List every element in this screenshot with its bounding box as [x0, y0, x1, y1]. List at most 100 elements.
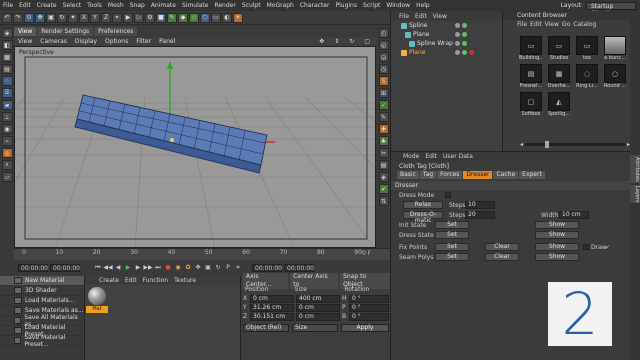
- seam-polys-set-button[interactable]: Set: [435, 253, 469, 261]
- menu-edit[interactable]: Edit: [16, 2, 34, 9]
- redo-icon[interactable]: ↷: [13, 12, 23, 23]
- array-icon[interactable]: ◇: [189, 12, 199, 23]
- content-item[interactable]: ◌ Ring Li...: [575, 64, 599, 89]
- prev-frame-icon[interactable]: ◀: [114, 264, 122, 272]
- move-icon[interactable]: ✥: [35, 12, 45, 23]
- relax-steps-input[interactable]: 10: [465, 201, 495, 209]
- attr-menu-mode[interactable]: Mode: [401, 153, 421, 160]
- menu-select[interactable]: Select: [60, 2, 85, 9]
- menu-mesh[interactable]: Mesh: [105, 2, 127, 9]
- tab-view[interactable]: View: [14, 27, 37, 36]
- record-icon[interactable]: ●: [164, 264, 172, 272]
- prev-key-icon[interactable]: ◀◀: [103, 264, 112, 272]
- object-menu-view[interactable]: View: [431, 13, 449, 20]
- z-axis-icon[interactable]: Z: [101, 12, 111, 23]
- viewport-menu-view[interactable]: View: [14, 38, 36, 45]
- cube-icon[interactable]: ■: [156, 12, 166, 23]
- material-name[interactable]: Mat: [86, 306, 108, 313]
- tool-l-icon[interactable]: ▤: [378, 160, 389, 170]
- y-axis-icon[interactable]: Y: [90, 12, 100, 23]
- object-menu-file[interactable]: File: [397, 13, 411, 20]
- menu-load-materials[interactable]: Load Materials...: [0, 296, 84, 306]
- dress-state-show-button[interactable]: Show: [535, 231, 579, 239]
- enabled-check[interactable]: [462, 41, 467, 46]
- tool-i-icon[interactable]: ✚: [378, 124, 389, 134]
- go-start-icon[interactable]: ⏮: [94, 264, 102, 272]
- menu-snap[interactable]: Snap: [127, 2, 148, 9]
- key-param-icon[interactable]: P: [224, 264, 232, 272]
- rotation-h-field[interactable]: 0 °: [349, 294, 389, 303]
- camera-icon[interactable]: ◐: [222, 12, 232, 23]
- viewport-menu-options[interactable]: Options: [101, 38, 132, 45]
- subdivision-icon[interactable]: ◆: [178, 12, 188, 23]
- dress-o-matic-button[interactable]: Dress-O-matic: [403, 211, 443, 224]
- undo-icon[interactable]: ↶: [2, 12, 12, 23]
- polygons-mode-icon[interactable]: ▰: [1, 100, 13, 110]
- tool-n-icon[interactable]: ✔: [378, 184, 389, 194]
- solo-icon[interactable]: ⌕: [1, 160, 13, 170]
- next-frame-icon[interactable]: ▶: [134, 264, 142, 272]
- next-key-icon[interactable]: ▶▶: [143, 264, 152, 272]
- tab-cache[interactable]: Cache: [493, 171, 519, 179]
- key-scale-icon[interactable]: ▣: [204, 264, 212, 272]
- pen-icon[interactable]: ✎: [167, 12, 177, 23]
- model-mode-icon[interactable]: ◧: [1, 40, 13, 50]
- menu-render[interactable]: Render: [211, 2, 238, 9]
- enabled-check[interactable]: [462, 23, 467, 28]
- tool-j-icon[interactable]: ♣: [378, 136, 389, 146]
- axis-mode-icon[interactable]: ⊥: [1, 112, 13, 122]
- tool-g-icon[interactable]: ✓: [378, 100, 389, 110]
- menu-character[interactable]: Character: [297, 2, 333, 9]
- tab-preferences[interactable]: Preferences: [94, 27, 138, 36]
- play-icon[interactable]: ▶: [124, 264, 132, 272]
- menu-create[interactable]: Create: [34, 2, 60, 9]
- visibility-dot[interactable]: [455, 41, 460, 46]
- menu-window[interactable]: Window: [383, 2, 413, 9]
- dress-state-set-button[interactable]: Set: [435, 231, 469, 239]
- cb-menu-file[interactable]: File: [517, 21, 527, 28]
- current-time-field[interactable]: 00:00:00: [50, 263, 80, 272]
- object-row-spline[interactable]: Spline: [391, 21, 502, 30]
- width-input[interactable]: 10 cm: [559, 211, 589, 219]
- snap-icon[interactable]: ⌁: [1, 136, 13, 146]
- content-item[interactable]: ▭ Building...: [519, 36, 543, 61]
- 3d-viewport[interactable]: Perspective: [14, 46, 376, 248]
- live-select-icon[interactable]: ⊙: [24, 12, 34, 23]
- content-item[interactable]: ◭ Spotlig...: [547, 92, 571, 117]
- menu-file[interactable]: File: [0, 2, 16, 9]
- relax-button[interactable]: Relax: [403, 201, 443, 209]
- material-menu-create[interactable]: Create: [97, 277, 121, 284]
- tool-k-icon[interactable]: ✂: [378, 148, 389, 158]
- tab-tag[interactable]: Tag: [419, 171, 437, 179]
- content-item[interactable]: a bunc...: [603, 36, 627, 61]
- fix-points-set-button[interactable]: Set: [435, 243, 469, 251]
- cb-menu-go[interactable]: Go: [562, 21, 570, 28]
- tweak-mode-icon[interactable]: ◉: [1, 124, 13, 134]
- viewport-menu-cameras[interactable]: Cameras: [36, 38, 71, 45]
- tool-e-icon[interactable]: S: [378, 76, 389, 86]
- menu-script[interactable]: Script: [360, 2, 383, 9]
- size-y-field[interactable]: 0 cm: [296, 303, 340, 312]
- cloth-tag-icon[interactable]: [469, 50, 474, 55]
- thumbnail-size-slider[interactable]: ◂ ▸: [520, 140, 630, 148]
- menu-new-material[interactable]: New Material: [0, 276, 84, 286]
- light-icon[interactable]: ☀: [233, 12, 243, 23]
- visibility-dot[interactable]: [455, 32, 460, 37]
- edges-mode-icon[interactable]: ⌸: [1, 88, 13, 98]
- menu-save-preset[interactable]: Save Material Preset...: [0, 334, 84, 348]
- attr-menu-edit[interactable]: Edit: [423, 153, 439, 160]
- menu-simulate[interactable]: Simulate: [179, 2, 212, 9]
- tab-basic[interactable]: Basic: [397, 171, 419, 179]
- material-menu-texture[interactable]: Texture: [172, 277, 198, 284]
- tool-b-icon[interactable]: ◵: [378, 40, 389, 50]
- tool-f-icon[interactable]: ⊞: [378, 88, 389, 98]
- tab-render-settings[interactable]: Render Settings: [37, 27, 94, 36]
- init-state-set-button[interactable]: Set: [435, 221, 469, 229]
- content-item[interactable]: ▢ Softbox: [519, 92, 543, 117]
- menu-sculpt[interactable]: Sculpt: [239, 2, 264, 9]
- menu-tools[interactable]: Tools: [84, 2, 105, 9]
- content-item[interactable]: ▭ tex: [575, 36, 599, 61]
- coordinate-system-icon[interactable]: ⌖: [112, 12, 122, 23]
- dress-mode-checkbox[interactable]: [445, 192, 451, 198]
- pan-icon[interactable]: ✥: [315, 38, 328, 45]
